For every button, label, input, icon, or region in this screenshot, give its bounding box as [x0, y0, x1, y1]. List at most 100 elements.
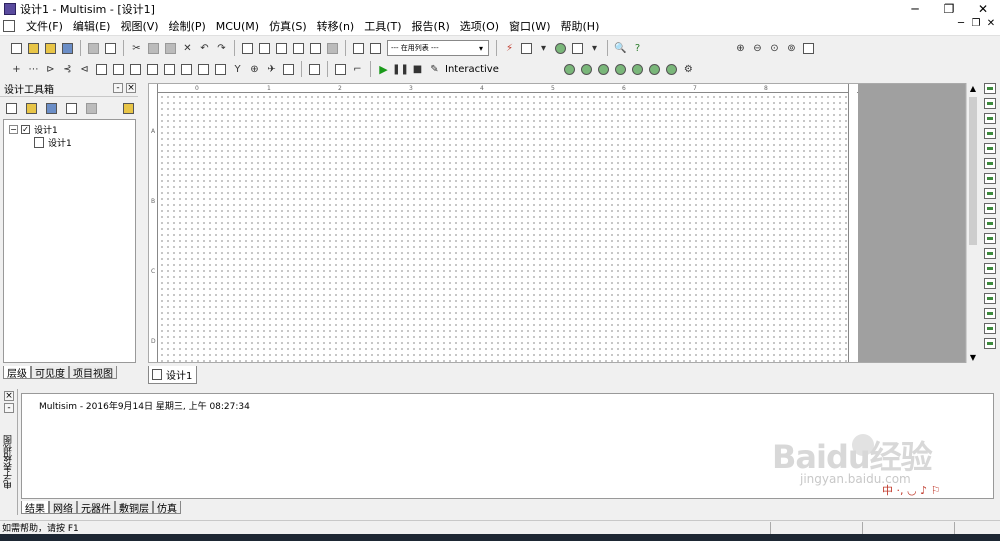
diode-icon[interactable]: ⊳ — [43, 62, 58, 77]
toolbox-close-icon[interactable]: × — [126, 83, 136, 93]
mdi-restore-button[interactable]: ❐ — [971, 18, 981, 29]
menu-tools[interactable]: 工具(T) — [359, 18, 406, 34]
tree-root-label[interactable]: 设计1 — [34, 123, 58, 136]
checkbox-icon[interactable]: ✓ — [21, 125, 30, 134]
hierarchical-block-icon[interactable] — [307, 62, 322, 77]
zoom-area-icon[interactable]: ⊙ — [767, 41, 782, 56]
logic-analyzer-icon[interactable] — [984, 218, 996, 229]
menu-simulate[interactable]: 仿真(S) — [264, 18, 312, 34]
pause-icon[interactable]: ❚❚ — [392, 62, 409, 77]
analysis-icon[interactable] — [519, 41, 534, 56]
logic-converter-icon[interactable] — [984, 203, 996, 214]
probe-settings-icon[interactable] — [664, 62, 679, 77]
scrollbar-thumb[interactable] — [969, 97, 977, 245]
agilent-multimeter-icon[interactable] — [984, 308, 996, 319]
zoom-fit-icon[interactable]: ⊚ — [784, 41, 799, 56]
advanced-peripherals-icon[interactable] — [213, 62, 228, 77]
schematic-sheet[interactable] — [159, 94, 848, 362]
transistor-icon[interactable]: ⊰ — [60, 62, 75, 77]
spreadsheet-close-icon[interactable]: × — [4, 391, 14, 401]
analog-icon[interactable]: ⊲ — [77, 62, 92, 77]
probe-voltage-icon[interactable] — [562, 62, 577, 77]
toolbox-save-icon[interactable] — [44, 101, 59, 116]
probe-differential-icon[interactable] — [613, 62, 628, 77]
toolbox-layers-icon[interactable] — [121, 101, 136, 116]
menu-file[interactable]: 文件(F) — [21, 18, 68, 34]
agilent-oscilloscope-icon[interactable] — [984, 323, 996, 334]
cmos-icon[interactable] — [111, 62, 126, 77]
find-icon[interactable]: 🔍 — [613, 41, 628, 56]
new-file-icon[interactable] — [9, 41, 24, 56]
toolbox-delete-icon[interactable] — [84, 101, 99, 116]
mdi-close-button[interactable]: ✕ — [986, 18, 996, 29]
zoom-out-icon[interactable]: ⊖ — [750, 41, 765, 56]
misc-digital-icon[interactable] — [128, 62, 143, 77]
run-icon[interactable]: ▶ — [376, 62, 391, 77]
interactive-mode-icon[interactable]: ✎ — [427, 62, 442, 77]
toolbox-new-icon[interactable] — [4, 101, 19, 116]
frequency-counter-icon[interactable] — [984, 173, 996, 184]
mixed-icon[interactable] — [145, 62, 160, 77]
tree-root[interactable]: − ✓ 设计1 — [9, 123, 58, 136]
multimeter-icon[interactable] — [984, 83, 996, 94]
probe-gear-icon[interactable]: ⚙ — [681, 62, 696, 77]
network-analyzer-icon[interactable] — [984, 278, 996, 289]
menu-window[interactable]: 窗口(W) — [504, 18, 555, 34]
tektronix-oscilloscope-icon[interactable] — [984, 338, 996, 349]
instrument-dropdown-icon[interactable] — [570, 41, 585, 56]
document-icon[interactable] — [3, 20, 15, 32]
probe-power-icon[interactable] — [596, 62, 611, 77]
probe-digital-icon[interactable] — [647, 62, 662, 77]
indicator-icon[interactable] — [162, 62, 177, 77]
grapher-icon[interactable] — [291, 41, 306, 56]
menu-reports[interactable]: 报告(R) — [407, 18, 455, 34]
agilent-generator-icon[interactable] — [984, 293, 996, 304]
spreadsheet-view-icon[interactable] — [257, 41, 272, 56]
menu-options[interactable]: 选项(O) — [455, 18, 504, 34]
menu-help[interactable]: 帮助(H) — [556, 18, 605, 34]
dropdown-arrow-icon-2[interactable]: ▾ — [587, 41, 602, 56]
tab-components[interactable]: 元器件 — [77, 501, 115, 515]
interactive-mode-label[interactable]: Interactive — [445, 64, 499, 75]
dropdown-arrow-icon[interactable]: ▾ — [536, 41, 551, 56]
delete-icon[interactable]: ✕ — [180, 41, 195, 56]
multisim-app-icon[interactable] — [4, 2, 16, 15]
scroll-up-icon[interactable]: ▲ — [968, 84, 978, 93]
rf-icon[interactable]: Y — [230, 62, 245, 77]
tab-results[interactable]: 结果 — [21, 501, 49, 515]
ttl-icon[interactable] — [94, 62, 109, 77]
toggle-fullscreen-icon[interactable] — [240, 41, 255, 56]
mdi-minimize-button[interactable]: ─ — [956, 18, 966, 29]
misc-icon[interactable] — [196, 62, 211, 77]
tab-nets[interactable]: 网络 — [49, 501, 77, 515]
spectrum-analyzer-icon[interactable] — [984, 263, 996, 274]
stop-icon[interactable]: ■ — [410, 62, 425, 77]
full-screen-icon[interactable] — [801, 41, 816, 56]
spreadsheet-pin-icon[interactable]: - — [4, 403, 14, 413]
basic-icon[interactable]: ⋯ — [26, 62, 41, 77]
zoom-in-icon[interactable]: ⊕ — [733, 41, 748, 56]
mcu-icon[interactable] — [281, 62, 296, 77]
component-wizard-icon[interactable] — [308, 41, 323, 56]
tab-design1[interactable]: 设计1 — [148, 366, 198, 384]
tab-simulation[interactable]: 仿真 — [153, 501, 181, 515]
menu-transfer[interactable]: 转移(n) — [312, 18, 360, 34]
bus-icon[interactable] — [333, 62, 348, 77]
help-icon[interactable]: ? — [630, 41, 645, 56]
tab-project-view[interactable]: 项目视图 — [69, 366, 117, 380]
menu-view[interactable]: 视图(V) — [115, 18, 163, 34]
wattmeter-icon[interactable] — [984, 113, 996, 124]
open-sample-icon[interactable] — [43, 41, 58, 56]
electromechanical-icon[interactable]: ⊕ — [247, 62, 262, 77]
back-annotate-icon[interactable] — [368, 41, 383, 56]
ime-tray[interactable]: 中 ·, ◡ ♪ ⚐ — [882, 482, 940, 498]
schematic-workspace[interactable]: 0 1 2 3 4 5 6 7 8 A B C D — [148, 83, 966, 363]
maximize-button[interactable]: ❐ — [932, 0, 966, 17]
collapse-icon[interactable]: − — [9, 125, 18, 134]
place-wire-icon[interactable]: ⌐ — [350, 62, 365, 77]
probe-current-icon[interactable] — [579, 62, 594, 77]
open-folder-icon[interactable] — [26, 41, 41, 56]
save-icon[interactable] — [60, 41, 75, 56]
tab-hierarchy[interactable]: 层级 — [3, 366, 31, 380]
copy-icon[interactable] — [146, 41, 161, 56]
